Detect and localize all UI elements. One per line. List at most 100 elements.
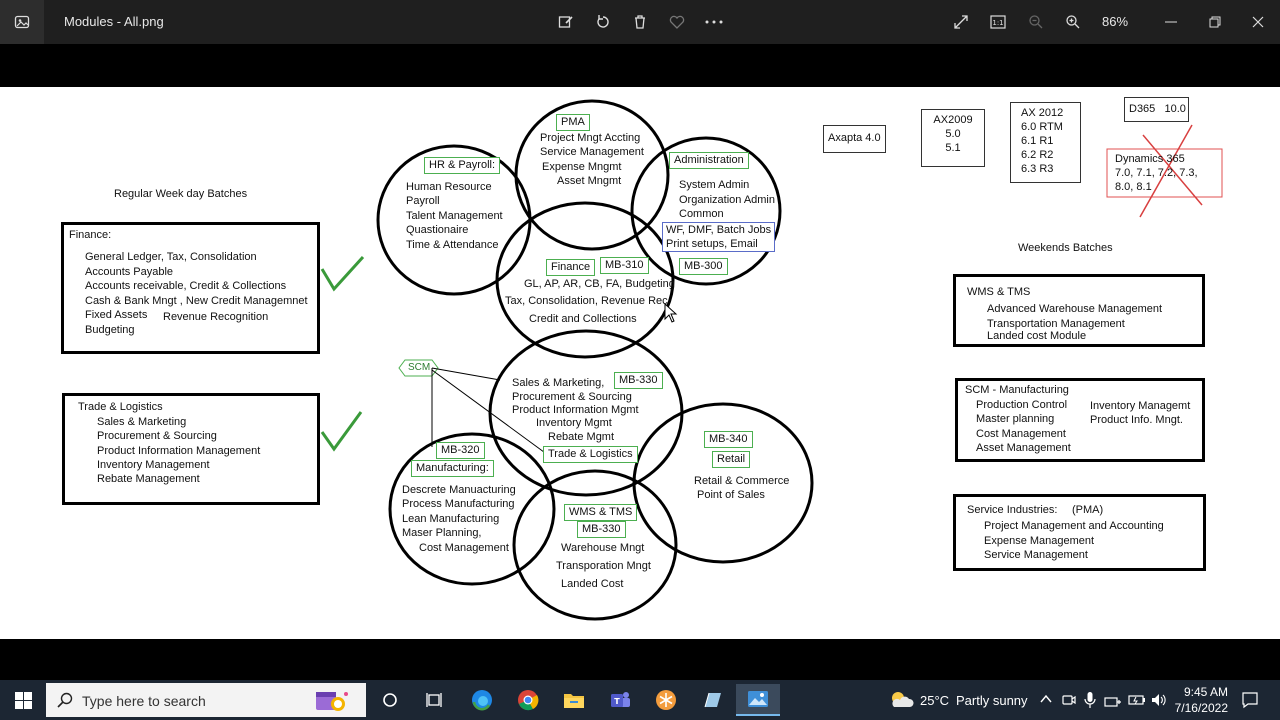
notifications-icon[interactable] <box>1241 691 1259 709</box>
sales-line: Procurement & Sourcing <box>512 391 632 403</box>
admin-tools-box: WF, DMF, Batch Jobs Print setups, Email <box>662 222 776 252</box>
administration-tag: Administration <box>669 152 749 169</box>
regular-batches-label: Regular Week day Batches <box>114 188 248 200</box>
wms-box-line: Landed cost Module <box>987 330 1087 342</box>
weather-description[interactable]: Partly sunny <box>956 693 1028 708</box>
edit-image-icon[interactable] <box>555 12 577 32</box>
chrome-browser-icon[interactable] <box>508 684 548 716</box>
zoom-out-icon[interactable] <box>1025 12 1047 32</box>
sales-line: Inventory Mgmt <box>536 417 612 429</box>
version-line: 6.3 R3 <box>1021 163 1054 175</box>
clock-date: 7/16/2022 <box>1174 701 1228 715</box>
version-line: 6.1 R1 <box>1021 135 1054 147</box>
start-button[interactable] <box>0 680 46 720</box>
more-options-icon[interactable] <box>703 12 725 32</box>
retail-line: Retail & Commerce <box>694 475 790 487</box>
restore-icon[interactable] <box>1204 12 1226 32</box>
wms-box-title: WMS & TMS <box>967 286 1031 298</box>
file-explorer-icon[interactable] <box>554 684 594 716</box>
weather-temperature[interactable]: 25°C <box>920 693 949 708</box>
dynamics-line: 7.0, 7.1, 7.2, 7.3, <box>1115 167 1198 179</box>
photos-app-icon[interactable] <box>0 0 44 44</box>
pma-line: Expense Mngmt <box>542 161 622 173</box>
battery-charging-icon[interactable] <box>1128 692 1146 708</box>
version-line: 6.2 R2 <box>1021 149 1054 161</box>
hr-line: Time & Attendance <box>406 239 499 251</box>
exam-mb-310: MB-310 <box>600 257 649 274</box>
finance-line: Accounts receivable, Credit & Collection… <box>85 280 287 292</box>
admin-tools-line: Print setups, Email <box>666 238 758 250</box>
service-box-line: Expense Management <box>984 535 1095 547</box>
mfg-line: Cost Management <box>419 542 509 554</box>
show-hidden-icons-chevron-up-icon[interactable] <box>1040 694 1052 704</box>
svg-text:T: T <box>614 697 620 706</box>
exam-mb-300: MB-300 <box>679 258 728 275</box>
exam-mb-340: MB-340 <box>704 431 753 448</box>
trade-line: Sales & Marketing <box>97 416 187 428</box>
snowflake-app-icon[interactable] <box>646 684 686 716</box>
finance-circle-line: Tax, Consolidation, Revenue Rec <box>505 295 668 307</box>
weather-partly-sunny-icon[interactable] <box>888 689 914 711</box>
finance-line: Cash & Bank Mngt , New Credit Managemnet <box>85 295 308 307</box>
meet-now-camera-icon[interactable] <box>1062 692 1076 708</box>
mfg-line: Maser Planning, <box>402 527 482 539</box>
windows-taskbar: Type here to search T 25°C Partly sunny … <box>0 680 1280 720</box>
finance-line: Budgeting <box>85 324 135 336</box>
exam-mb-330-wms: MB-330 <box>577 521 626 538</box>
admin-line: System Admin <box>679 179 750 191</box>
dynamics-line: 8.0, 8.1 <box>1115 181 1152 193</box>
sales-line: Sales & Marketing, <box>512 377 605 389</box>
scm-box-line: Production Control <box>976 399 1068 411</box>
taskbar-clock[interactable]: 9:45 AM 7/16/2022 <box>1175 684 1228 716</box>
exam-mb-320: MB-320 <box>436 442 485 459</box>
hr-line: Payroll <box>406 195 440 207</box>
delete-icon[interactable] <box>629 12 651 32</box>
search-placeholder: Type here to search <box>82 693 206 709</box>
volume-icon[interactable] <box>1150 692 1168 708</box>
image-viewer-background <box>0 44 1280 87</box>
version-ax2012: AX 2012 6.0 RTM 6.1 R1 6.2 R2 6.3 R3 <box>1010 102 1081 183</box>
favorite-heart-icon[interactable] <box>666 12 688 32</box>
trade-line: Inventory Management <box>97 459 210 471</box>
zoom-level[interactable]: 86% <box>1102 14 1128 29</box>
fullscreen-icon[interactable] <box>950 12 972 32</box>
finance-line: General Ledger, Tax, Consolidation <box>85 251 257 263</box>
service-box-title: Service Industries: <box>967 504 1058 516</box>
microphone-icon[interactable] <box>1084 691 1096 709</box>
windows-logo-icon <box>14 691 32 709</box>
network-icon[interactable] <box>1104 692 1122 708</box>
cortana-icon[interactable] <box>370 684 410 716</box>
pma-line: Asset Mngmt <box>557 175 622 187</box>
minimize-icon[interactable] <box>1160 12 1182 32</box>
search-highlight-calendar-icon <box>316 692 348 711</box>
scm-box-line: Cost Management <box>976 428 1066 440</box>
version-line: 6.0 RTM <box>1021 121 1063 133</box>
mfg-line: Process Manufacturing <box>402 498 515 510</box>
wms-line: Transporation Mngt <box>556 560 651 572</box>
photos-app-taskbar-icon[interactable] <box>736 684 780 716</box>
trade-line: Product Information Management <box>97 445 261 457</box>
hr-line: Human Resource <box>406 181 492 193</box>
version-line: AX2009 <box>933 114 973 126</box>
admin-line: Common <box>679 208 724 220</box>
zoom-in-icon[interactable] <box>1062 12 1084 32</box>
hr-line: Talent Management <box>406 210 503 222</box>
service-box-line: Service Management <box>984 549 1088 561</box>
image-canvas: Regular Week day Batches Finance: Genera… <box>0 87 1280 639</box>
search-icon <box>57 692 73 708</box>
pma-line: Project Mngt Accting <box>540 132 641 144</box>
file-name: Modules - All.png <box>64 14 164 29</box>
trade-logistics-tag: Trade & Logistics <box>543 446 638 463</box>
teams-icon[interactable]: T <box>600 684 640 716</box>
trade-box-title: Trade & Logistics <box>78 401 163 413</box>
scm-box-line: Asset Management <box>976 442 1071 454</box>
exam-mb-330-sales: MB-330 <box>614 372 663 389</box>
notes-app-icon[interactable] <box>692 684 732 716</box>
actual-size-icon[interactable]: 1:1 <box>987 12 1009 32</box>
rotate-icon[interactable] <box>592 12 614 32</box>
photos-title-bar: Modules - All.png 1:1 86% <box>0 0 1280 44</box>
close-icon[interactable] <box>1247 12 1269 32</box>
task-view-icon[interactable] <box>414 684 454 716</box>
taskbar-search-box[interactable]: Type here to search <box>46 683 366 717</box>
edge-browser-icon[interactable] <box>462 684 502 716</box>
